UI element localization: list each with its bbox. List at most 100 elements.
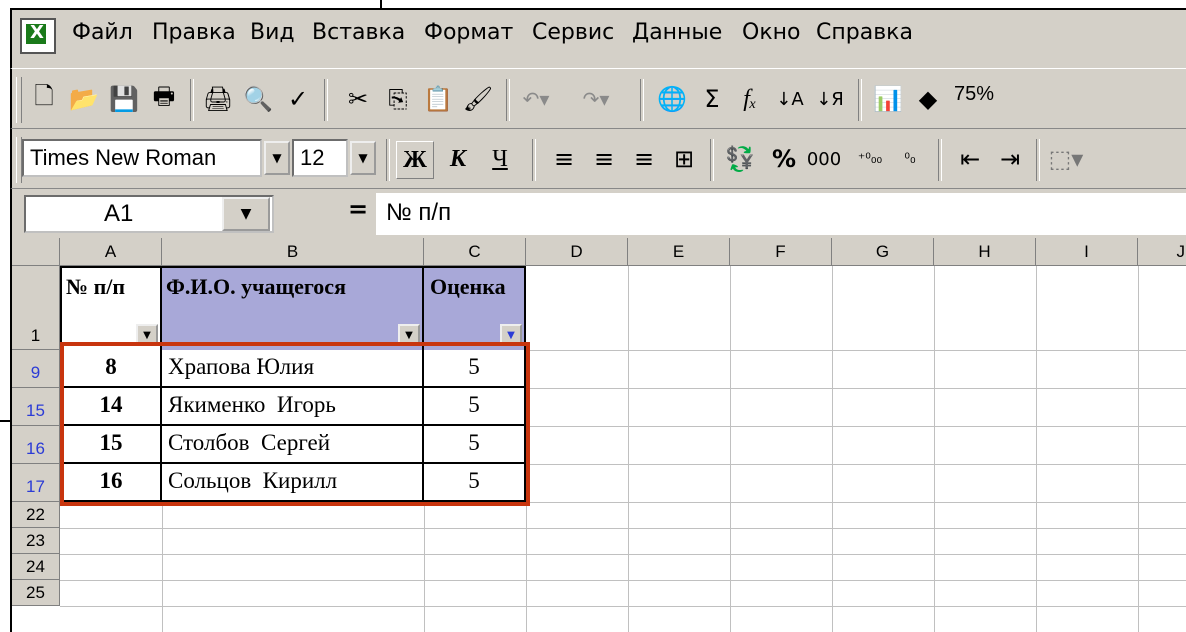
gridline [526, 464, 1186, 465]
column-header-b[interactable]: B [162, 238, 424, 266]
column-header-h[interactable]: H [934, 238, 1036, 266]
hyperlink-icon[interactable]: 🌐 [654, 81, 690, 117]
zoom-box[interactable]: 75% [952, 79, 1012, 117]
print-icon[interactable]: 🖨 [200, 81, 236, 117]
separator [710, 139, 714, 181]
increase-decimal-button[interactable]: ⁺⁰₀₀ [852, 141, 888, 177]
menu-data[interactable]: Данные [632, 20, 722, 45]
row-header-15[interactable]: 15 [12, 388, 60, 426]
new-icon[interactable]: 🗋 [26, 81, 62, 117]
align-left-icon[interactable]: ≡ [546, 141, 582, 177]
sort-ascending-icon[interactable]: ↓A [772, 81, 808, 117]
autosum-icon[interactable]: Σ [694, 81, 730, 117]
spelling-icon[interactable]: ✓ [280, 81, 316, 117]
name-box-dropdown-icon[interactable]: ▼ [222, 197, 270, 231]
column-header-i[interactable]: I [1036, 238, 1138, 266]
bold-button[interactable]: Ж [396, 141, 434, 179]
open-icon[interactable]: 📂 [66, 81, 102, 117]
permission-icon[interactable]: 🖶 [146, 81, 182, 117]
row-header-22[interactable]: 22 [12, 502, 60, 528]
column-header-c[interactable]: C [424, 238, 526, 266]
print-preview-icon[interactable]: 🔍 [240, 81, 276, 117]
select-all-corner[interactable] [12, 238, 60, 266]
menu-format[interactable]: Формат [424, 20, 513, 45]
menu-view[interactable]: Вид [250, 20, 295, 45]
gridline [424, 502, 425, 632]
gridline [526, 502, 527, 632]
drawing-icon[interactable]: ◆ [910, 81, 946, 117]
menu-tools[interactable]: Сервис [532, 20, 614, 45]
background-line [0, 420, 10, 422]
gridline [60, 554, 1186, 555]
center-icon[interactable]: ≡ [586, 141, 622, 177]
toolbar-grip[interactable] [16, 77, 22, 123]
chart-wizard-icon[interactable]: 📊 [870, 81, 906, 117]
percent-button[interactable]: % [766, 141, 802, 177]
italic-button[interactable]: К [440, 141, 476, 177]
row-header-23[interactable]: 23 [12, 528, 60, 554]
menu-file[interactable]: Файл [72, 20, 133, 45]
cut-icon[interactable]: ✂ [340, 81, 376, 117]
menu-insert[interactable]: Вставка [312, 20, 405, 45]
decrease-indent-icon[interactable]: ⇤ [952, 141, 988, 177]
separator [858, 79, 862, 121]
column-header-d[interactable]: D [526, 238, 628, 266]
menu-edit[interactable]: Правка [152, 20, 236, 45]
formatting-toolbar: Times New Roman ▼ 12 ▼ Ж К Ч ≡ ≡ ≡ ⊞ 💱 %… [10, 128, 1186, 188]
separator [938, 139, 942, 181]
gridline [1138, 266, 1139, 632]
row-header-24[interactable]: 24 [12, 554, 60, 580]
underline-button[interactable]: Ч [482, 141, 518, 177]
column-header-a[interactable]: A [60, 238, 162, 266]
separator [640, 79, 644, 121]
font-name-dropdown-icon[interactable]: ▼ [264, 141, 290, 175]
sort-descending-icon[interactable]: ↓Я [812, 81, 848, 117]
font-size-dropdown-icon[interactable]: ▼ [350, 141, 376, 175]
formula-input[interactable]: № п/п [376, 193, 1186, 235]
worksheet-grid: A B C D E F G H I J 1 9 15 16 17 22 23 2… [10, 238, 1186, 632]
column-header-j[interactable]: J [1138, 238, 1186, 266]
gridline [1036, 266, 1037, 632]
gridline [526, 388, 1186, 389]
row-header-9[interactable]: 9 [12, 350, 60, 388]
separator [532, 139, 536, 181]
row-header-1[interactable]: 1 [12, 266, 60, 350]
gridline [628, 266, 629, 632]
copy-icon[interactable]: ⎘ [380, 81, 416, 117]
gridline [730, 266, 731, 632]
save-icon[interactable]: 💾 [106, 81, 142, 117]
format-painter-icon[interactable]: 🖌 [460, 81, 496, 117]
font-name-select[interactable]: Times New Roman [22, 139, 262, 177]
increase-indent-icon[interactable]: ⇥ [992, 141, 1028, 177]
column-header-e[interactable]: E [628, 238, 730, 266]
merge-center-icon[interactable]: ⊞ [666, 141, 702, 177]
function-icon[interactable]: fₓ [732, 81, 768, 117]
decrease-decimal-button[interactable]: ⁰₀ [892, 141, 928, 177]
gridline [162, 502, 163, 632]
thousands-button[interactable]: 000 [806, 141, 842, 177]
column-header-g[interactable]: G [832, 238, 934, 266]
highlight-box [60, 342, 530, 506]
excel-app-icon[interactable] [20, 18, 56, 54]
currency-icon[interactable]: 💱 [722, 141, 758, 177]
menu-window[interactable]: Окно [742, 20, 800, 45]
align-right-icon[interactable]: ≡ [626, 141, 662, 177]
menu-help[interactable]: Справка [816, 20, 913, 45]
redo-icon[interactable]: ↷▾ [578, 81, 614, 117]
font-size-select[interactable]: 12 [292, 139, 348, 177]
column-header-f[interactable]: F [730, 238, 832, 266]
row-header-16[interactable]: 16 [12, 426, 60, 464]
row-header-25[interactable]: 25 [12, 580, 60, 606]
gridline [60, 528, 1186, 529]
gridline [60, 580, 1186, 581]
separator [190, 79, 194, 121]
undo-icon[interactable]: ↶▾ [518, 81, 554, 117]
row-header-17[interactable]: 17 [12, 464, 60, 502]
header-cell-name[interactable]: Ф.И.О. учащегося [162, 266, 424, 350]
formula-equals-button[interactable]: = [348, 195, 368, 223]
menu-bar: Файл Правка Вид Вставка Формат Сервис Да… [10, 8, 1186, 68]
gridline [832, 266, 833, 632]
borders-icon[interactable]: ⬚▾ [1048, 141, 1084, 177]
gridline [526, 350, 1186, 351]
paste-icon[interactable]: 📋 [420, 81, 456, 117]
